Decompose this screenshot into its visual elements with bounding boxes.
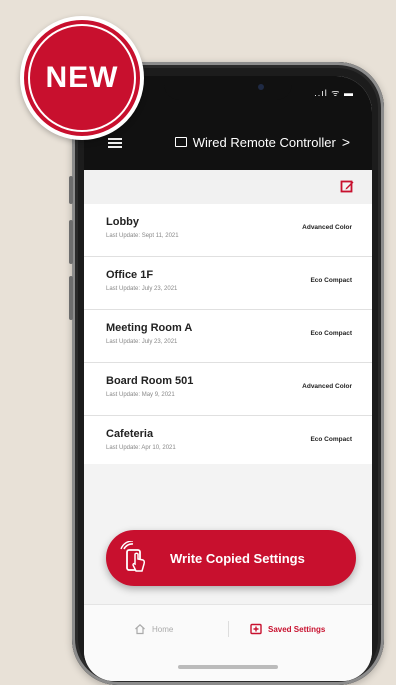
device-name: Lobby — [106, 216, 139, 228]
device-name: Meeting Room A — [106, 322, 193, 334]
home-indicator — [178, 665, 278, 669]
list-toolbar — [84, 170, 372, 204]
device-model: Eco Compact — [310, 330, 352, 337]
write-copied-settings-label: Write Copied Settings — [170, 550, 305, 566]
device-name: Cafeteria — [106, 428, 154, 440]
device-model: Advanced Color — [302, 224, 352, 231]
bottom-nav: Home Saved Settings — [84, 604, 372, 681]
edit-icon[interactable] — [340, 179, 354, 193]
chevron-right-icon: > — [341, 134, 350, 150]
device-updated: Last Update: Apr 10, 2021 — [106, 445, 176, 451]
controller-selector[interactable]: Wired Remote Controller > — [174, 134, 350, 150]
new-badge: NEW — [20, 16, 144, 140]
device-updated: Last Update: July 23, 2021 — [106, 339, 178, 345]
device-model: Eco Compact — [310, 277, 352, 284]
list-item[interactable]: Cafeteria Last Update: Apr 10, 2021 Eco … — [84, 416, 372, 469]
nav-home-label: Home — [152, 624, 174, 634]
device-name: Office 1F — [106, 269, 154, 281]
list-item[interactable]: Meeting Room A Last Update: July 23, 202… — [84, 310, 372, 363]
device-name: Board Room 501 — [106, 375, 194, 387]
device-updated: Last Update: May 9, 2021 — [106, 392, 175, 398]
phone-side-button — [69, 220, 73, 264]
saved-settings-icon — [250, 623, 262, 635]
home-icon — [135, 623, 145, 635]
list-item[interactable]: Office 1F Last Update: July 23, 2021 Eco… — [84, 257, 372, 310]
write-copied-settings-button[interactable]: Write Copied Settings — [106, 530, 356, 586]
phone-screen: ..ıl ᯤ ▬ Wired Remote Controller > Lobby… — [84, 76, 372, 681]
screen-icon — [174, 137, 187, 147]
device-model: Eco Compact — [310, 436, 352, 443]
device-updated: Last Update: Sept 11, 2021 — [106, 233, 179, 239]
status-indicators: ..ıl ᯤ ▬ — [314, 88, 354, 98]
nav-saved-settings[interactable]: Saved Settings — [250, 623, 325, 635]
phone-tap-icon — [120, 541, 146, 572]
nav-saved-label: Saved Settings — [268, 624, 326, 634]
camera-icon — [258, 84, 264, 90]
phone-side-button — [69, 276, 73, 320]
notch — [164, 76, 292, 100]
device-list: Lobby Last Update: Sept 11, 2021 Advance… — [84, 204, 372, 469]
menu-icon[interactable] — [108, 138, 122, 148]
header-title: Wired Remote Controller — [192, 134, 336, 150]
nav-home[interactable]: Home — [134, 623, 173, 635]
list-item[interactable]: Lobby Last Update: Sept 11, 2021 Advance… — [84, 204, 372, 257]
device-model: Advanced Color — [302, 383, 352, 390]
list-item[interactable]: Board Room 501 Last Update: May 9, 2021 … — [84, 363, 372, 416]
nav-divider — [228, 621, 229, 637]
phone-side-button — [69, 176, 73, 204]
device-updated: Last Update: July 23, 2021 — [106, 286, 178, 292]
new-badge-label: NEW — [45, 61, 119, 94]
